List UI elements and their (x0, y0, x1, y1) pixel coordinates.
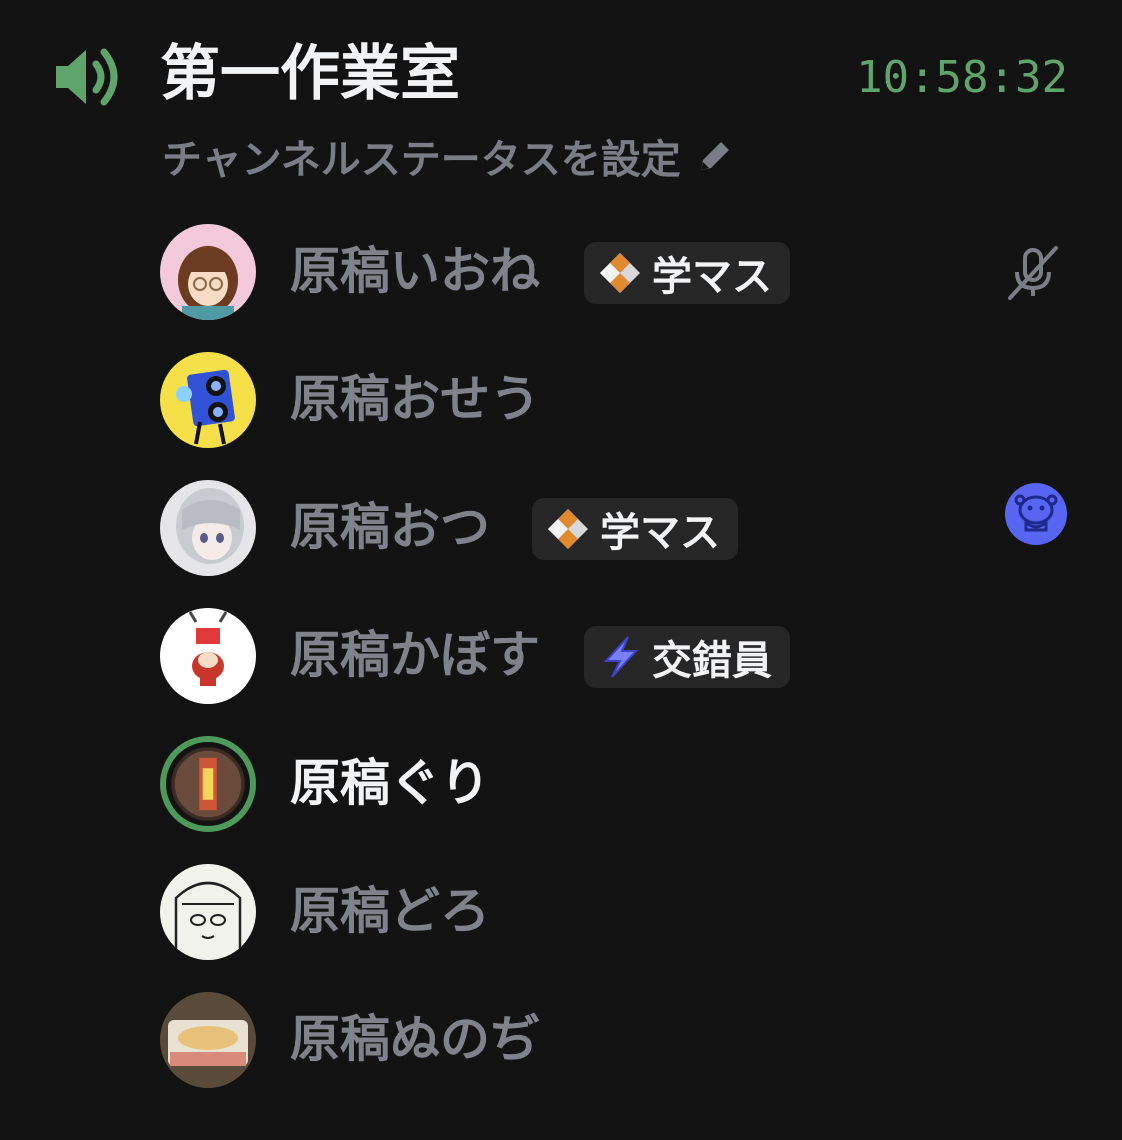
server-tag-label: 交錯員 (652, 638, 772, 684)
avatar[interactable] (160, 224, 256, 320)
avatar[interactable] (160, 608, 256, 704)
member-name: 原稿ぐり (290, 754, 490, 812)
channel-name[interactable]: 第一作業室 (160, 36, 460, 112)
voice-member[interactable]: 原稿かぼす 交錯員 (0, 592, 1122, 720)
member-name: 原稿かぼす (290, 626, 540, 684)
server-tag[interactable]: 学マス (532, 498, 738, 560)
lightning-icon (603, 636, 639, 678)
avatar[interactable] (160, 480, 256, 576)
channel-status-label: チャンネルステータスを設定 (162, 137, 681, 183)
server-tag[interactable]: 交錯員 (584, 626, 790, 688)
avatar[interactable] (160, 736, 256, 832)
server-tag-label: 学マス (652, 254, 772, 300)
member-name: 原稿おつ (290, 498, 490, 556)
speaker-icon[interactable] (52, 44, 126, 110)
member-name: 原稿いおね (290, 242, 540, 300)
diamond-icon (600, 253, 640, 293)
member-name: 原稿どろ (290, 882, 490, 940)
voice-member[interactable]: 原稿ぬのぢ (0, 976, 1122, 1104)
pencil-icon (700, 142, 729, 170)
voice-member[interactable]: 原稿いおね 学マス (0, 208, 1122, 336)
channel-header: 第一作業室 10:58:32 チャンネルステータスを設定 (0, 0, 1122, 200)
avatar[interactable] (160, 352, 256, 448)
voice-member-list: 原稿いおね 学マス 原稿おせう 原稿おつ 学マス 原稿かぼす 交錯員 原稿ぐり … (0, 208, 1122, 1104)
avatar[interactable] (160, 992, 256, 1088)
voice-member[interactable]: 原稿ぐり (0, 720, 1122, 848)
diamond-icon (548, 509, 588, 549)
voice-member[interactable]: 原稿おつ 学マス (0, 464, 1122, 592)
activity-icon[interactable] (1004, 482, 1068, 546)
member-name: 原稿おせう (290, 370, 540, 428)
avatar[interactable] (160, 864, 256, 960)
member-name: 原稿ぬのぢ (290, 1010, 540, 1068)
voice-member[interactable]: 原稿どろ (0, 848, 1122, 976)
session-timer: 10:58:32 (856, 52, 1068, 103)
voice-member[interactable]: 原稿おせう (0, 336, 1122, 464)
mic-muted-icon (1008, 246, 1058, 300)
server-tag-label: 学マス (600, 510, 720, 556)
server-tag[interactable]: 学マス (584, 242, 790, 304)
set-channel-status-button[interactable]: チャンネルステータスを設定 (162, 130, 735, 183)
